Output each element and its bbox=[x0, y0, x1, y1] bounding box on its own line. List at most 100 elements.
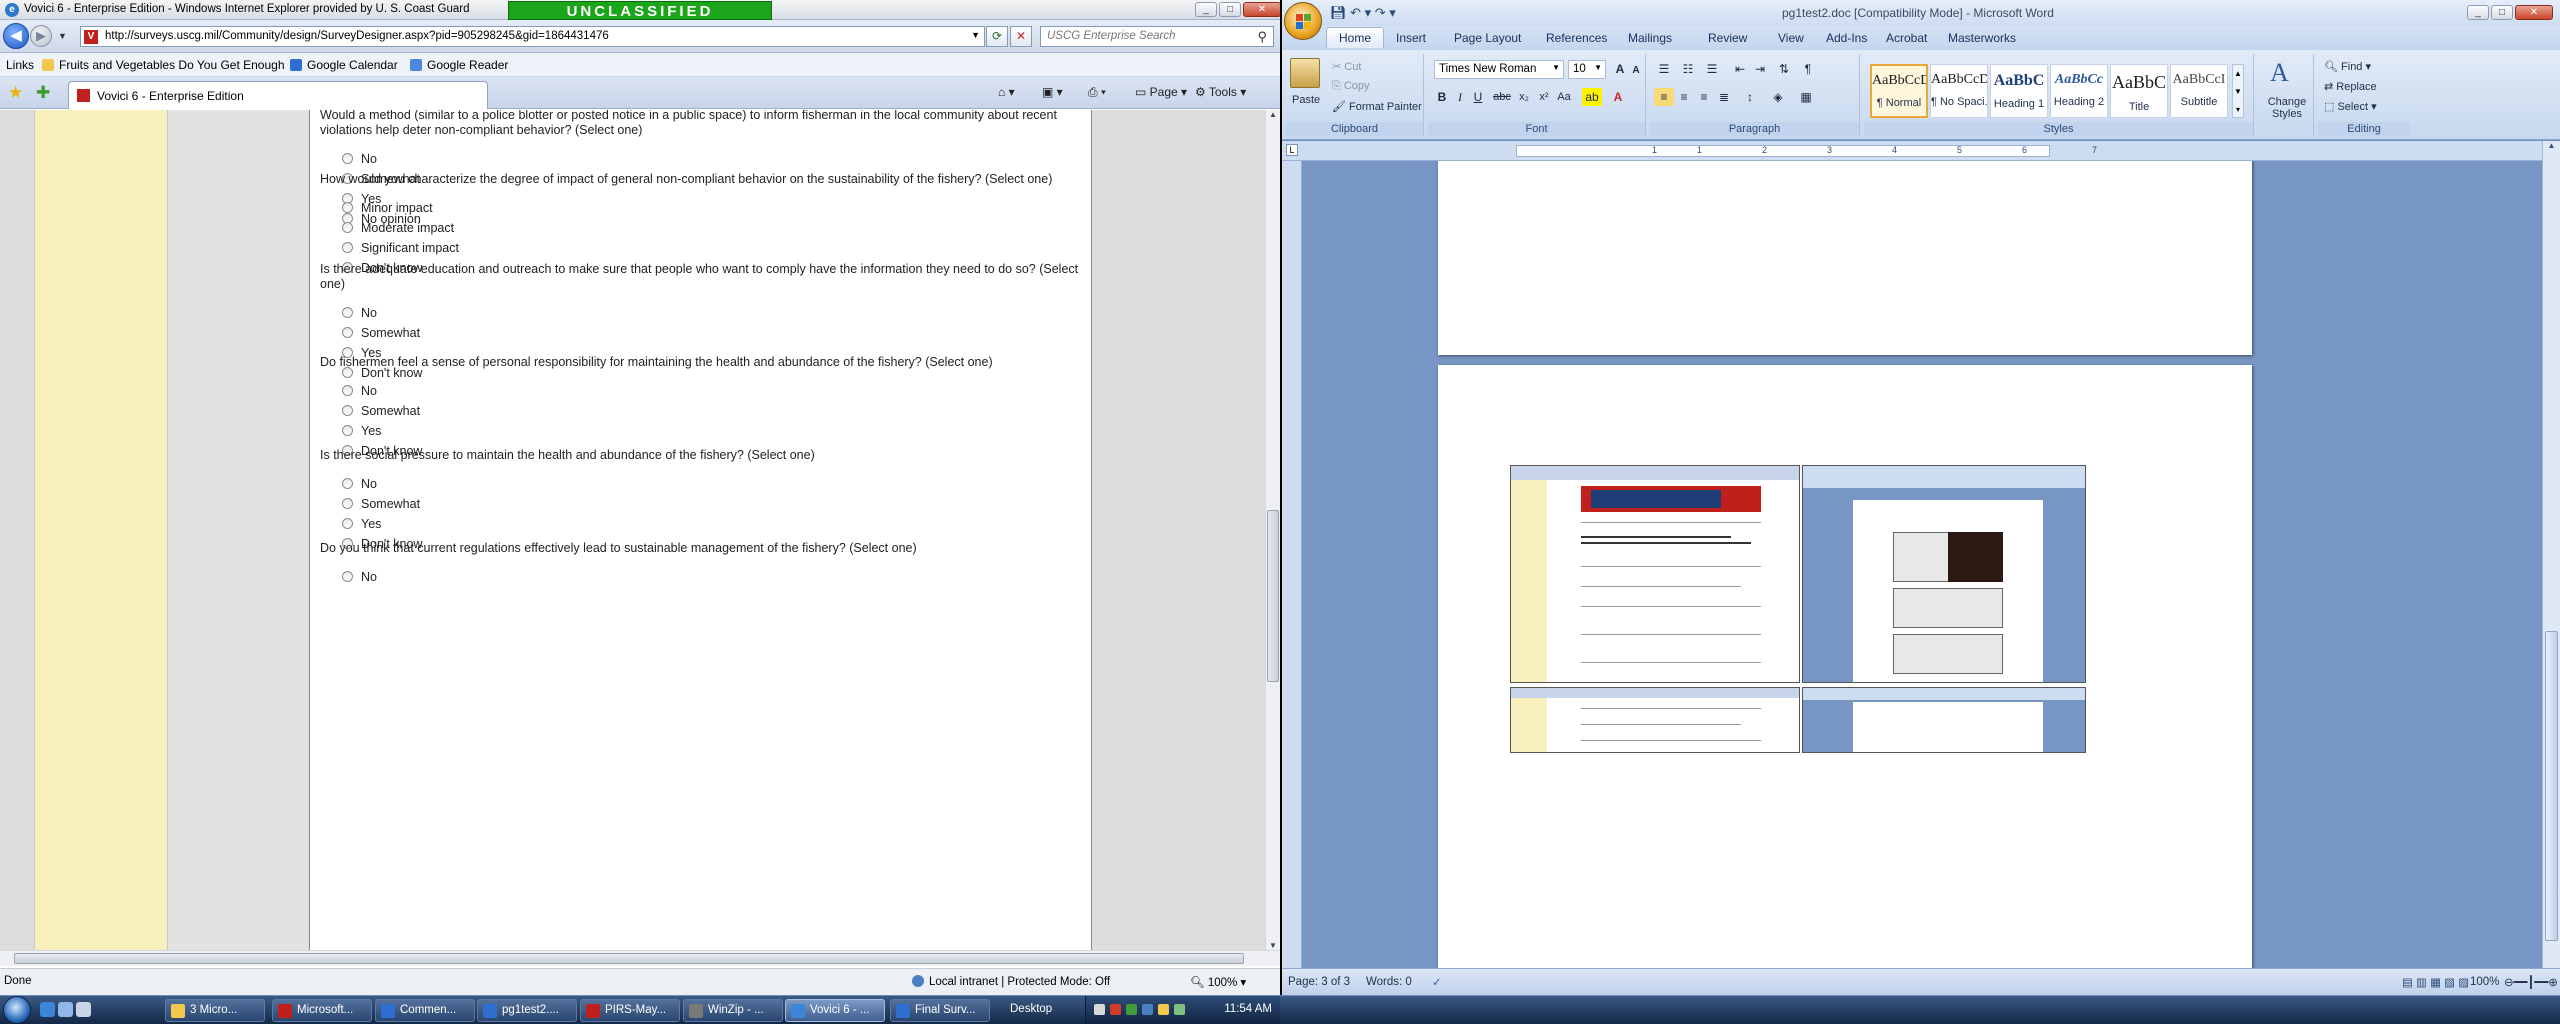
search-icon[interactable]: ⚲ bbox=[1257, 29, 1267, 45]
paste-button[interactable]: Paste bbox=[1292, 94, 1320, 106]
word-vscroll-thumb[interactable] bbox=[2545, 631, 2558, 941]
search-input[interactable]: USCG Enterprise Search ⚲ bbox=[1040, 26, 1274, 47]
numbering-icon[interactable]: ☷ bbox=[1678, 60, 1698, 78]
ribbon-tab-references[interactable]: References bbox=[1546, 31, 1607, 45]
tools-menu[interactable]: ⚙ Tools ▾ bbox=[1195, 85, 1246, 99]
radio-button[interactable] bbox=[342, 307, 353, 318]
find-button[interactable]: 🔍︎ Find ▾ bbox=[2324, 60, 2371, 73]
desktop-quicklaunch-icon[interactable] bbox=[58, 1002, 73, 1017]
desktop-toolbar[interactable]: Desktop bbox=[1010, 1003, 1052, 1015]
change-styles-button[interactable]: Change Styles bbox=[2262, 96, 2312, 120]
refresh-button[interactable]: ⟳ bbox=[986, 26, 1008, 47]
word-zoom-level[interactable]: 100% bbox=[2470, 976, 2499, 988]
word-close-button[interactable]: ✕ bbox=[2515, 5, 2553, 20]
radio-button[interactable] bbox=[342, 498, 353, 509]
radio-option[interactable]: Minor impact bbox=[342, 201, 433, 215]
radio-button[interactable] bbox=[342, 518, 353, 529]
clock[interactable]: 11:54 AM bbox=[1224, 1003, 1272, 1015]
subscript-icon[interactable]: x₂ bbox=[1514, 88, 1534, 106]
align-center-icon[interactable]: ≡ bbox=[1674, 88, 1694, 106]
proofing-icon[interactable]: ✓ bbox=[1432, 975, 1442, 989]
tray-volume-icon[interactable] bbox=[1142, 1004, 1153, 1015]
link-fruits-vegetables[interactable]: Fruits and Vegetables Do You Get Enough bbox=[42, 58, 285, 72]
copy-button[interactable]: ⎘ Copy bbox=[1332, 80, 1370, 93]
multilevel-list-icon[interactable]: ☰ bbox=[1702, 60, 1722, 78]
radio-option[interactable]: No bbox=[342, 570, 377, 584]
radio-option[interactable]: Somewhat bbox=[342, 326, 420, 340]
word-vertical-scrollbar[interactable]: ▲ bbox=[2542, 141, 2560, 995]
align-right-icon[interactable]: ≡ bbox=[1694, 88, 1714, 106]
font-color-icon[interactable]: A bbox=[1608, 88, 1628, 106]
italic-icon[interactable]: I bbox=[1450, 88, 1470, 106]
style-tile[interactable]: AaBbCc Heading 2 bbox=[2050, 64, 2108, 118]
link-google-reader[interactable]: Google Reader bbox=[410, 58, 508, 72]
address-input[interactable]: V http://surveys.uscg.mil/Community/desi… bbox=[80, 26, 985, 47]
ribbon-tab-home[interactable]: Home bbox=[1326, 27, 1385, 48]
favorites-star-icon[interactable]: ★ bbox=[8, 83, 23, 103]
ie-vscroll-thumb[interactable] bbox=[1267, 510, 1279, 682]
ribbon-tab-page-layout[interactable]: Page Layout bbox=[1454, 31, 1521, 45]
word-minimize-button[interactable]: _ bbox=[2467, 5, 2489, 20]
strikethrough-icon[interactable]: abc bbox=[1492, 88, 1512, 106]
tray-icon[interactable] bbox=[1094, 1004, 1105, 1015]
decrease-indent-icon[interactable]: ⇤ bbox=[1730, 60, 1750, 78]
style-tile[interactable]: AaBbCcDc ¶ Normal bbox=[1870, 64, 1928, 118]
radio-option[interactable]: No bbox=[342, 306, 377, 320]
font-size-select[interactable]: 10 ▼ bbox=[1568, 60, 1606, 79]
ribbon-tab-view[interactable]: View bbox=[1778, 31, 1804, 45]
style-tile[interactable]: AaBbCcI Subtitle bbox=[2170, 64, 2228, 118]
format-painter-button[interactable]: 🖌︎ Format Painter bbox=[1332, 100, 1422, 113]
ribbon-tab-add-ins[interactable]: Add-Ins bbox=[1826, 31, 1867, 45]
select-button[interactable]: ⬚ Select ▾ bbox=[2324, 100, 2377, 113]
forward-button[interactable]: ▶ bbox=[30, 25, 52, 47]
maximize-button[interactable]: □ bbox=[1219, 2, 1241, 17]
taskbar-button[interactable]: Vovici 6 - ... bbox=[785, 999, 885, 1022]
document-page-2[interactable] bbox=[1438, 161, 2252, 355]
back-button[interactable]: ◀ bbox=[3, 23, 29, 49]
print-icon[interactable]: ⎙ ▾ bbox=[1088, 85, 1106, 100]
font-name-select[interactable]: Times New Roman ▼ bbox=[1434, 60, 1564, 79]
ribbon-tab-masterworks[interactable]: Masterworks bbox=[1948, 31, 2016, 45]
add-favorites-icon[interactable]: ✚ bbox=[36, 83, 50, 103]
increase-indent-icon[interactable]: ⇥ bbox=[1750, 60, 1770, 78]
page-menu[interactable]: ▭ Page ▾ bbox=[1135, 85, 1187, 99]
quick-access-toolbar[interactable]: 💾︎ ↶ ▾ ↷ ▾ bbox=[1330, 5, 1396, 21]
change-styles-icon[interactable]: A bbox=[2270, 58, 2289, 88]
ribbon-tab-mailings[interactable]: Mailings bbox=[1628, 31, 1672, 45]
cut-button[interactable]: ✂ Cut bbox=[1332, 60, 1361, 73]
radio-option[interactable]: Yes bbox=[342, 424, 381, 438]
radio-option[interactable]: No bbox=[342, 152, 377, 166]
shading-icon[interactable]: ◈ bbox=[1768, 88, 1788, 106]
address-dropdown-icon[interactable]: ▼ bbox=[971, 30, 980, 40]
radio-option[interactable]: Moderate impact bbox=[342, 221, 454, 235]
paste-icon[interactable] bbox=[1290, 58, 1320, 88]
ie-vertical-scrollbar[interactable]: ▲ ▼ bbox=[1265, 110, 1280, 950]
office-button[interactable] bbox=[1284, 2, 1322, 40]
radio-button[interactable] bbox=[342, 478, 353, 489]
view-buttons[interactable]: ▤ ▥ ▦ ▧ ▨ bbox=[2402, 975, 2469, 989]
radio-button[interactable] bbox=[342, 153, 353, 164]
ribbon-tab-acrobat[interactable]: Acrobat bbox=[1886, 31, 1927, 45]
horizontal-ruler[interactable]: L 1 1 2 3 4 5 6 7 bbox=[1282, 141, 2560, 161]
word-scroll-up-icon[interactable]: ▲ bbox=[2543, 141, 2560, 150]
taskbar-button[interactable]: Final Surv... bbox=[890, 999, 990, 1022]
style-tile[interactable]: AaBbCcDc ¶ No Spaci... bbox=[1930, 64, 1988, 118]
scroll-down-icon[interactable]: ▼ bbox=[1266, 941, 1280, 950]
ribbon-tab-insert[interactable]: Insert bbox=[1396, 31, 1426, 45]
ie-hscroll-thumb[interactable] bbox=[14, 953, 1244, 964]
taskbar-button[interactable]: PIRS-May... bbox=[580, 999, 680, 1022]
radio-button[interactable] bbox=[342, 405, 353, 416]
radio-button[interactable] bbox=[342, 222, 353, 233]
stop-button[interactable]: ✕ bbox=[1010, 26, 1032, 47]
page-count[interactable]: Page: 3 of 3 bbox=[1288, 976, 1350, 988]
tray-notify-icon[interactable] bbox=[1158, 1004, 1169, 1015]
justify-icon[interactable]: ≣ bbox=[1714, 88, 1734, 106]
align-left-icon[interactable]: ≡ bbox=[1654, 88, 1674, 106]
borders-icon[interactable]: ▦ bbox=[1796, 88, 1816, 106]
home-icon[interactable]: ⌂ ▾ bbox=[998, 85, 1015, 99]
zoom-slider[interactable]: ⊖━━┃━━⊕ bbox=[2504, 975, 2558, 989]
taskbar-button[interactable]: Microsoft... bbox=[272, 999, 372, 1022]
style-tile[interactable]: AaBbC Heading 1 bbox=[1990, 64, 2048, 118]
radio-option[interactable]: Yes bbox=[342, 517, 381, 531]
start-button[interactable] bbox=[3, 996, 31, 1024]
